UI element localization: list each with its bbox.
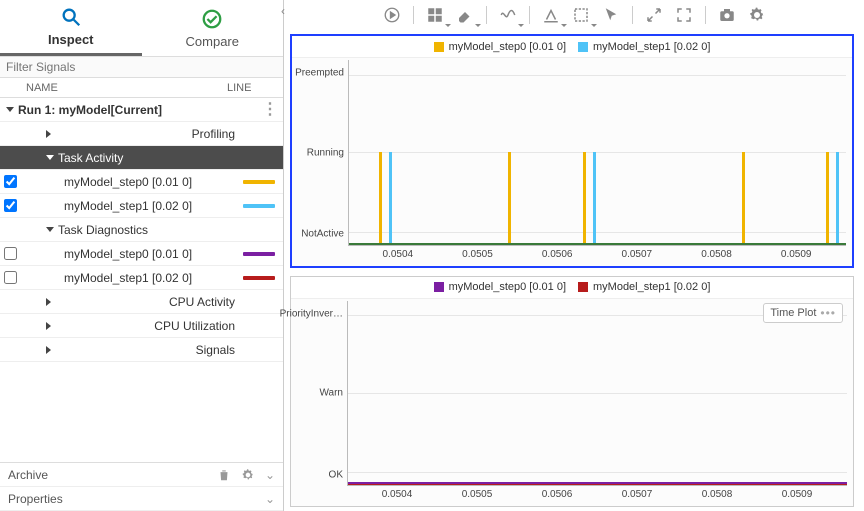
plot1-legend: myModel_step0 [0.01 0] myModel_step1 [0.…: [292, 36, 852, 58]
tree-ta-step1[interactable]: myModel_step1 [0.02 0]: [0, 194, 283, 218]
tick: 0.0506: [542, 489, 573, 500]
check-circle-icon: [201, 8, 223, 30]
left-panel: ‹ Inspect Compare NAME LINE Run 1: myMod…: [0, 0, 284, 511]
search-icon: [60, 6, 82, 28]
column-line[interactable]: LINE: [227, 82, 283, 94]
tick: 0.0505: [462, 249, 493, 260]
spike: [593, 152, 596, 244]
tick: 0.0504: [383, 249, 414, 260]
collapse-left-icon[interactable]: ‹: [281, 4, 285, 18]
baseline: [348, 484, 847, 486]
spike: [836, 152, 839, 244]
tab-inspect[interactable]: Inspect: [0, 0, 142, 56]
run-menu-icon[interactable]: ⋮: [262, 105, 277, 115]
dots-icon: •••: [820, 306, 836, 320]
camera-icon[interactable]: [714, 4, 740, 26]
plot2-chart-area[interactable]: [347, 301, 847, 487]
checkbox-td-step1[interactable]: [4, 271, 17, 284]
checkbox-td-step0[interactable]: [4, 247, 17, 260]
legend-chip-icon: [578, 42, 588, 52]
tree-task-diagnostics[interactable]: Task Diagnostics: [0, 218, 283, 242]
column-name[interactable]: NAME: [0, 82, 227, 94]
legend-chip-icon: [434, 282, 444, 292]
spike: [508, 152, 511, 244]
trash-icon[interactable]: [217, 468, 231, 482]
tick: 0.0506: [542, 249, 573, 260]
eraser-icon[interactable]: [452, 4, 478, 26]
tree-cpu-utilization[interactable]: CPU Utilization: [0, 314, 283, 338]
plot1-chart-area[interactable]: [348, 60, 846, 246]
tick: 0.0504: [382, 489, 413, 500]
plot-task-diagnostics[interactable]: myModel_step0 [0.01 0] myModel_step1 [0.…: [290, 276, 854, 508]
checkbox-ta-step1[interactable]: [4, 199, 17, 212]
tick: 0.0509: [782, 489, 813, 500]
chevron-down-icon[interactable]: ⌄: [265, 468, 275, 482]
tick: 0.0508: [701, 249, 732, 260]
plot2-legend: myModel_step0 [0.01 0] myModel_step1 [0.…: [291, 277, 853, 299]
layout-grid-icon[interactable]: [422, 4, 448, 26]
tick: 0.0509: [781, 249, 812, 260]
plot-toolbar: [284, 0, 864, 30]
legend-chip-icon: [434, 42, 444, 52]
tick: 0.0507: [622, 489, 653, 500]
spike: [389, 152, 392, 244]
run-icon[interactable]: [379, 4, 405, 26]
swatch-td-step0: [243, 252, 275, 256]
ylabel: Preempted: [295, 68, 344, 79]
tree-task-activity[interactable]: Task Activity: [0, 146, 283, 170]
spike: [379, 152, 382, 244]
tick: 0.0507: [622, 249, 653, 260]
zoom-box-icon[interactable]: [568, 4, 594, 26]
archive-panel[interactable]: Archive ⌄: [0, 463, 283, 487]
ylabel: PriorityInver…: [280, 308, 343, 319]
tree-cpu-activity[interactable]: CPU Activity: [0, 290, 283, 314]
tree-ta-step0[interactable]: myModel_step0 [0.01 0]: [0, 170, 283, 194]
spike: [826, 152, 829, 244]
ylabel: OK: [329, 469, 343, 480]
baseline: [348, 482, 847, 484]
gear-icon[interactable]: [241, 468, 255, 482]
plot-task-activity[interactable]: myModel_step0 [0.01 0] myModel_step1 [0.…: [290, 34, 854, 268]
spike: [583, 152, 586, 244]
tick: 0.0508: [702, 489, 733, 500]
tab-compare-label: Compare: [186, 34, 239, 49]
spike: [742, 152, 745, 244]
swatch-ta-step1: [243, 204, 275, 208]
ylabel: NotActive: [301, 229, 344, 240]
fullscreen-icon[interactable]: [671, 4, 697, 26]
expand-icon[interactable]: [641, 4, 667, 26]
time-plot-badge[interactable]: Time Plot•••: [763, 303, 843, 323]
filter-signals-input[interactable]: [6, 60, 277, 74]
tree-signals[interactable]: Signals: [0, 338, 283, 362]
tick: 0.0505: [462, 489, 493, 500]
tree-td-step1[interactable]: myModel_step1 [0.02 0]: [0, 266, 283, 290]
ylabel: Warn: [319, 388, 343, 399]
ylabel: Running: [307, 147, 344, 158]
signal-tree: Run 1: myModel[Current] ⋮ Profiling Task…: [0, 98, 283, 462]
highlight-icon[interactable]: [538, 4, 564, 26]
signal-icon[interactable]: [495, 4, 521, 26]
tree-run[interactable]: Run 1: myModel[Current] ⋮: [0, 98, 283, 122]
swatch-ta-step0: [243, 180, 275, 184]
legend-chip-icon: [578, 282, 588, 292]
tree-header: NAME LINE: [0, 78, 283, 98]
settings-gear-icon[interactable]: [744, 4, 770, 26]
checkbox-ta-step0[interactable]: [4, 175, 17, 188]
tree-profiling[interactable]: Profiling: [0, 122, 283, 146]
baseline: [349, 243, 846, 245]
tree-td-step0[interactable]: myModel_step0 [0.01 0]: [0, 242, 283, 266]
properties-panel[interactable]: Properties ⌄: [0, 487, 283, 511]
chevron-down-icon[interactable]: ⌄: [265, 492, 275, 506]
right-panel: myModel_step0 [0.01 0] myModel_step1 [0.…: [284, 0, 864, 511]
pointer-icon[interactable]: [598, 4, 624, 26]
swatch-td-step1: [243, 276, 275, 280]
tab-inspect-label: Inspect: [48, 32, 94, 47]
run-label: Run 1: myModel[Current]: [18, 103, 162, 117]
tab-compare[interactable]: Compare: [142, 0, 284, 56]
